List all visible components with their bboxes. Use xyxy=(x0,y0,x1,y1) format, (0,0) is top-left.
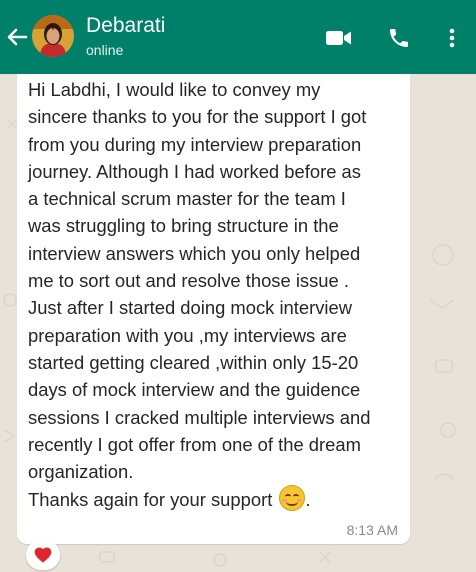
phone-icon[interactable] xyxy=(387,26,411,50)
message-line: a technical scrum master for the team I xyxy=(28,188,346,210)
message-line: sincere thanks to you for the support I … xyxy=(28,106,367,128)
smiling-face-icon xyxy=(279,485,306,512)
video-call-icon[interactable] xyxy=(325,26,353,50)
message-line: sessions I cracked multiple interviews a… xyxy=(28,406,371,428)
message-line: me to sort out and resolve those issue . xyxy=(28,270,349,292)
more-vert-icon[interactable] xyxy=(445,26,459,50)
message-line: recently I got offer from one of the dre… xyxy=(28,433,361,455)
closing-punctuation: . xyxy=(305,489,311,511)
message-line: Hi Labdhi, I would like to convey my xyxy=(28,79,321,100)
back-arrow-icon[interactable] xyxy=(4,24,30,50)
message-line: Just after I started doing mock intervie… xyxy=(28,297,353,319)
message-timestamp: 8:13 AM xyxy=(346,522,398,538)
message-line: from you during my interview preparation xyxy=(28,133,362,155)
heart-icon xyxy=(34,547,52,563)
avatar[interactable] xyxy=(32,15,74,57)
message-line: started getting cleared ,within only 15-… xyxy=(28,351,359,373)
message-last-line: Thanks again for your support . xyxy=(28,485,406,512)
message-line: Thanks again for your support xyxy=(28,489,273,511)
message-line: organization. xyxy=(28,461,134,483)
message-line: days of mock interview and the guidence xyxy=(28,379,361,401)
message-line: interview answers which you only helped xyxy=(28,242,361,264)
contact-status: online xyxy=(86,42,124,58)
chat-header: Debarati online xyxy=(0,0,476,74)
message-text: Hi Labdhi, I would like to convey my sin… xyxy=(28,76,406,513)
message-line: preparation with you ,my interviews are xyxy=(28,324,347,346)
contact-name[interactable]: Debarati xyxy=(86,13,165,39)
message-bubble[interactable]: Hi Labdhi, I would like to convey my sin… xyxy=(17,74,410,544)
reaction-badge[interactable] xyxy=(26,540,60,570)
message-line: was struggling to bring structure in the xyxy=(28,215,339,237)
message-line: journey. Although I had worked before as xyxy=(28,160,361,182)
